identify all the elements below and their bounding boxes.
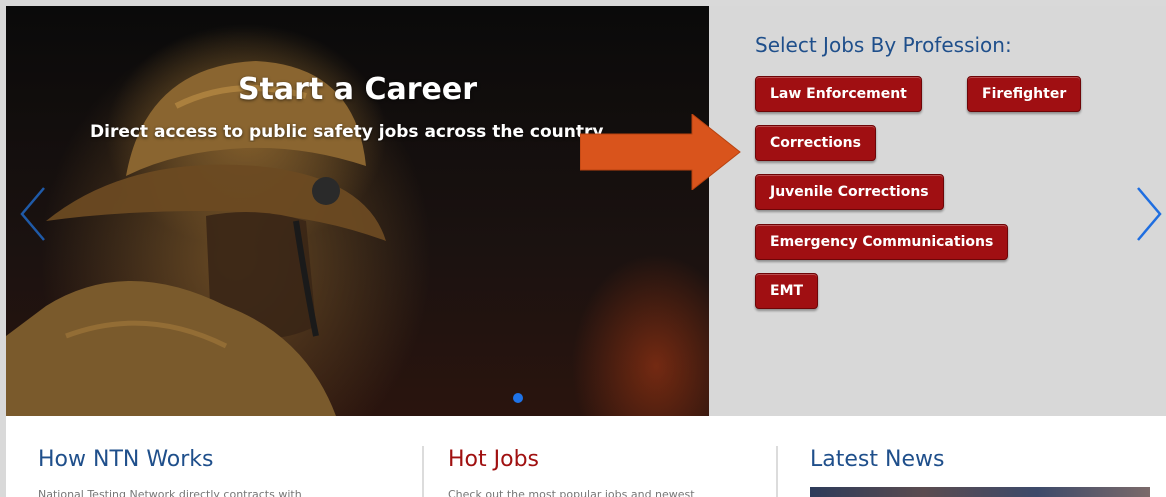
firefighter-illustration: [6, 61, 386, 416]
law-enforcement-button[interactable]: Law Enforcement: [755, 76, 922, 112]
hero-slider: Start a Career Direct access to public s…: [6, 6, 1166, 416]
slider-dot-active[interactable]: [513, 393, 523, 403]
arrow-callout-icon: [580, 114, 741, 190]
hero-subtitle: Direct access to public safety jobs acro…: [90, 122, 604, 142]
info-section: How NTN Works National Testing Network d…: [6, 416, 1166, 497]
column-divider: [422, 446, 424, 497]
hot-jobs-text: Check out the most popular jobs and newe…: [448, 488, 695, 497]
latest-news-column: Latest News: [778, 416, 1166, 497]
latest-news-heading[interactable]: Latest News: [810, 447, 944, 472]
chevron-right-icon[interactable]: [1134, 186, 1164, 242]
chevron-left-icon[interactable]: [18, 186, 48, 242]
firefighter-button[interactable]: Firefighter: [967, 76, 1082, 112]
hot-jobs-heading[interactable]: Hot Jobs: [448, 447, 539, 472]
how-ntn-works-text: National Testing Network directly contra…: [38, 488, 302, 497]
profession-panel-title: Select Jobs By Profession:: [755, 33, 1012, 57]
corrections-button[interactable]: Corrections: [755, 125, 876, 161]
hot-jobs-column: Hot Jobs Check out the most popular jobs…: [426, 416, 776, 497]
juvenile-corrections-button[interactable]: Juvenile Corrections: [755, 174, 944, 210]
firefighter-photo: [6, 6, 709, 416]
how-ntn-works-column: How NTN Works National Testing Network d…: [6, 416, 416, 497]
emt-button[interactable]: EMT: [755, 273, 819, 309]
hero-title: Start a Career: [237, 72, 477, 107]
emergency-communications-button[interactable]: Emergency Communications: [755, 224, 1009, 260]
how-ntn-works-heading[interactable]: How NTN Works: [38, 447, 214, 472]
profession-panel: Select Jobs By Profession: Law Enforceme…: [709, 6, 1166, 416]
news-thumbnail[interactable]: [810, 487, 1150, 497]
